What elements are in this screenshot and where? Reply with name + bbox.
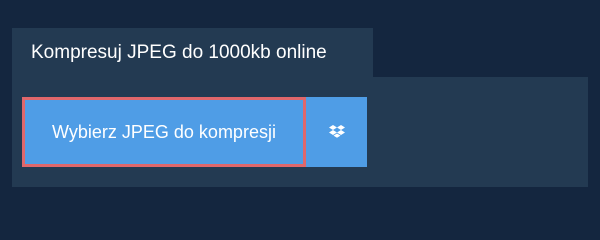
tab-compress-jpeg: Kompresuj JPEG do 1000kb online [12,28,373,77]
choose-jpeg-button[interactable]: Wybierz JPEG do kompresji [22,97,306,167]
tab-title: Kompresuj JPEG do 1000kb online [31,42,327,63]
dropbox-button[interactable] [306,97,367,167]
upload-button-group: Wybierz JPEG do kompresji [22,97,367,167]
choose-jpeg-button-label: Wybierz JPEG do kompresji [52,121,276,142]
dropbox-icon [328,124,346,140]
